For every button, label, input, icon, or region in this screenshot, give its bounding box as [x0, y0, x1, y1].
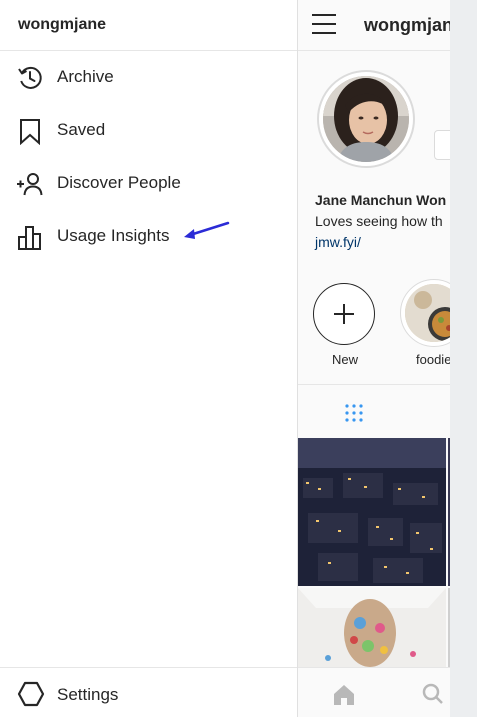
- post-thumbnail-city[interactable]: [298, 438, 446, 586]
- annotation-arrow: [184, 221, 230, 239]
- menu-label-discover-people: Discover People: [57, 173, 181, 192]
- menu-label-saved: Saved: [57, 120, 106, 139]
- highlight-new[interactable]: [313, 283, 375, 345]
- tabs-divider: [298, 384, 451, 385]
- bottom-navigation: [298, 667, 451, 717]
- profile-screen: wongmjane Jane Manchun Won Loves seeing …: [297, 0, 451, 717]
- post-thumbnail-art[interactable]: [298, 588, 446, 667]
- bookmark-icon: [20, 119, 40, 145]
- drawer-username: wongmjane: [18, 16, 107, 33]
- highlight-foodie-image: [405, 284, 451, 342]
- profile-avatar[interactable]: [317, 70, 415, 168]
- profile-website-link[interactable]: jmw.fyi/: [315, 234, 361, 250]
- profile-bio: Loves seeing how th: [315, 213, 443, 229]
- profile-topbar: wongmjane: [298, 0, 451, 51]
- menu-hamburger-icon[interactable]: [311, 13, 337, 35]
- avatar-photo: [323, 76, 409, 162]
- plus-icon: [334, 304, 354, 324]
- menu-label-usage-insights: Usage Insights: [57, 226, 170, 245]
- add-person-icon: [17, 173, 43, 196]
- highlight-foodie[interactable]: [400, 279, 451, 347]
- edit-profile-button[interactable]: [434, 130, 451, 160]
- highlight-foodie-label: foodie: [416, 352, 451, 367]
- highlight-new-label: New: [332, 352, 359, 367]
- grid-view-icon[interactable]: [344, 403, 364, 423]
- settings-label: Settings: [57, 685, 119, 704]
- menu-item-saved[interactable]: Saved: [0, 108, 297, 152]
- menu-item-discover-people[interactable]: Discover People: [0, 161, 297, 205]
- menu-item-archive[interactable]: Archive: [0, 55, 297, 99]
- menu-item-usage-insights[interactable]: Usage Insights: [0, 214, 297, 258]
- drawer-header: wongmjane: [0, 0, 297, 51]
- menu-item-settings[interactable]: Settings: [0, 667, 297, 718]
- home-icon[interactable]: [332, 684, 356, 706]
- settings-gear-icon: [17, 681, 45, 707]
- profile-username: wongmjane: [364, 15, 451, 35]
- navigation-drawer: wongmjane Archive Saved Discover People …: [0, 0, 297, 717]
- drawer-scrim[interactable]: [450, 0, 477, 717]
- menu-label-archive: Archive: [57, 67, 114, 86]
- archive-history-icon: [18, 66, 42, 89]
- search-icon[interactable]: [422, 683, 444, 705]
- bar-chart-icon: [18, 226, 41, 250]
- profile-full-name: Jane Manchun Won: [315, 192, 447, 208]
